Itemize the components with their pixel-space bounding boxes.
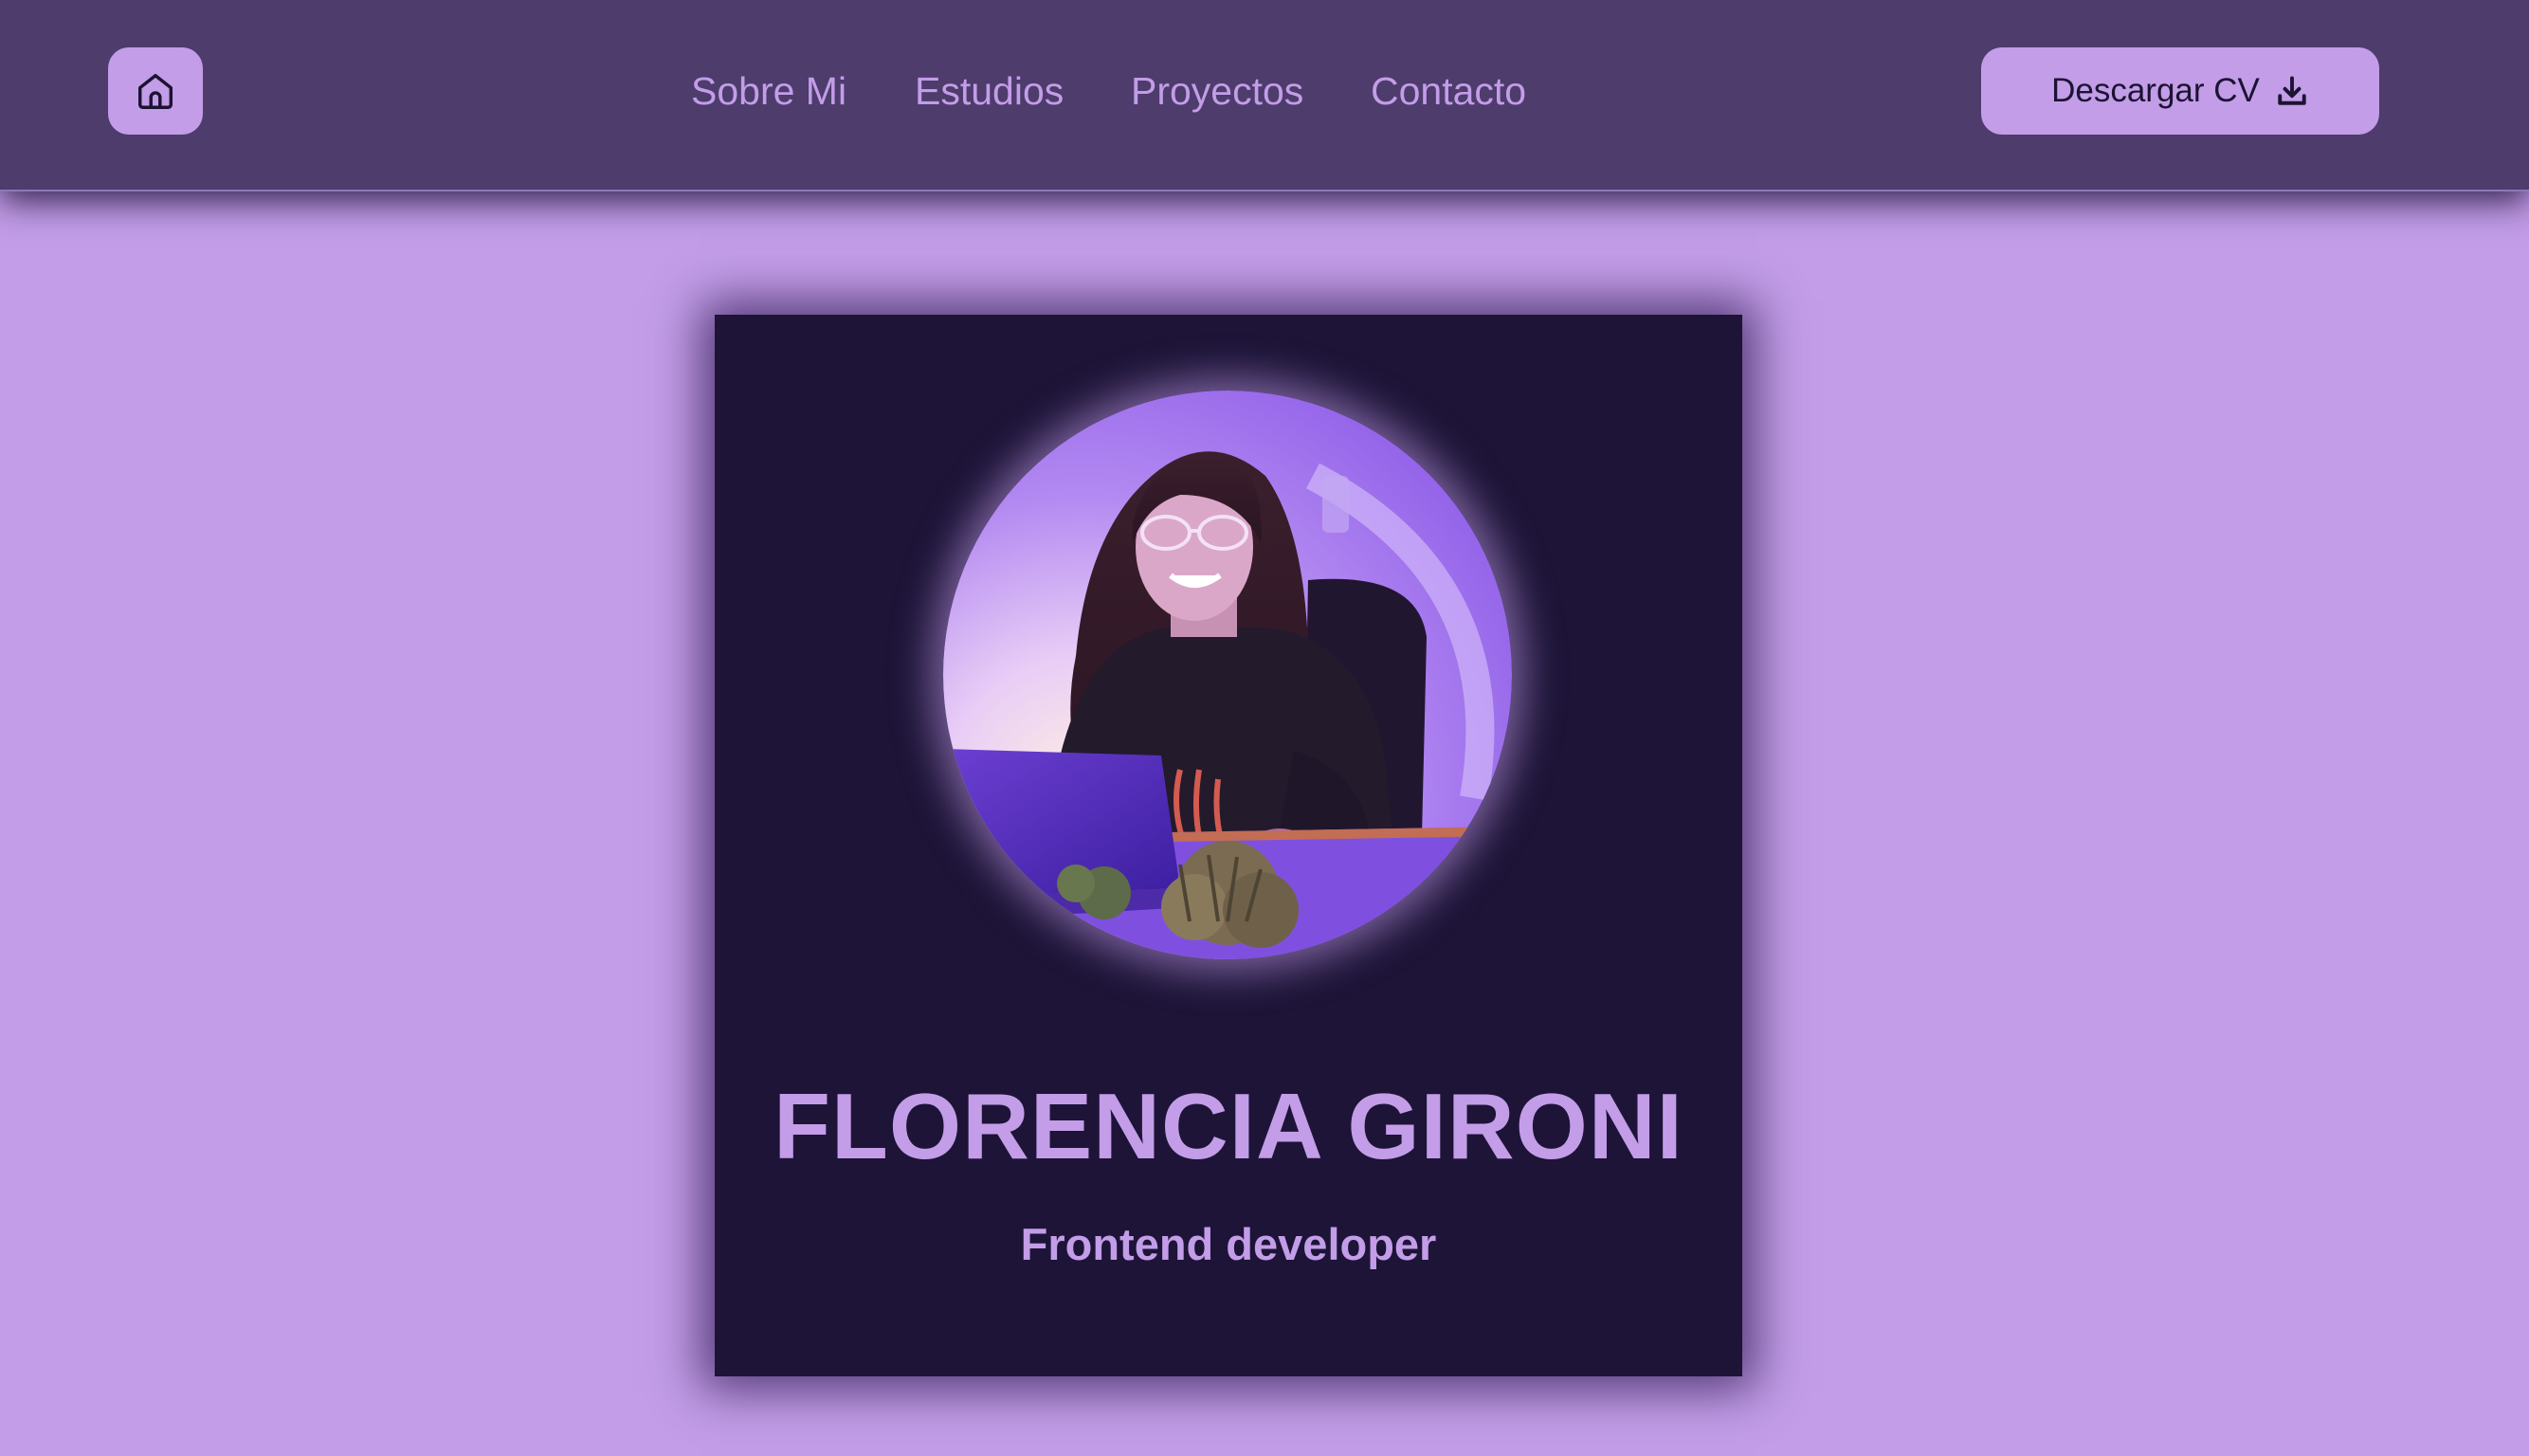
hero-card: FLORENCIA GIRONI Frontend developer — [715, 315, 1742, 1376]
download-icon — [2275, 74, 2309, 108]
nav-link-sobre-mi[interactable]: Sobre Mi — [691, 64, 846, 118]
profile-photo — [943, 391, 1512, 959]
hero-role: Frontend developer — [1020, 1219, 1437, 1269]
nav-link-estudios[interactable]: Estudios — [915, 64, 1064, 118]
download-cv-button[interactable]: Descargar CV — [1981, 47, 2379, 135]
home-icon — [134, 69, 177, 113]
hero-name: FLORENCIA GIRONI — [773, 1073, 1683, 1178]
navbar: Sobre Mi Estudios Proyectos Contacto Des… — [0, 0, 2529, 191]
nav-link-proyectos[interactable]: Proyectos — [1131, 64, 1303, 118]
download-cv-label: Descargar CV — [2051, 72, 2260, 109]
home-button[interactable] — [108, 47, 203, 135]
nav-link-contacto[interactable]: Contacto — [1371, 64, 1526, 118]
